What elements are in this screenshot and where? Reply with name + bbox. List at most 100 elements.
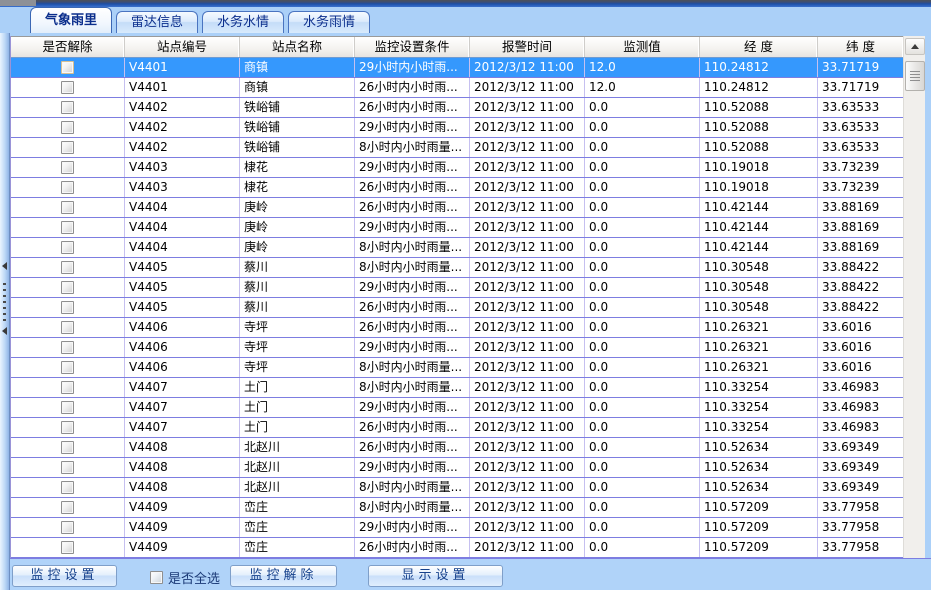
cell-station-id: V4402 bbox=[125, 138, 240, 157]
scroll-up-button[interactable] bbox=[905, 38, 925, 55]
tab-radar-info[interactable]: 雷达信息 bbox=[116, 11, 198, 33]
table-row[interactable]: V4405蔡川8小时内小时雨量...2012/3/12 11:000.0110.… bbox=[11, 258, 903, 278]
column-header[interactable]: 经 度 bbox=[700, 37, 818, 57]
row-release-checkbox[interactable] bbox=[61, 361, 74, 374]
row-release-checkbox[interactable] bbox=[61, 101, 74, 114]
table-row[interactable]: V4409峦庄29小时内小时雨...2012/3/12 11:000.0110.… bbox=[11, 518, 903, 538]
monitor-release-button[interactable]: 监控解除 bbox=[230, 565, 337, 587]
table-row[interactable]: V4409峦庄8小时内小时雨量...2012/3/12 11:000.0110.… bbox=[11, 498, 903, 518]
select-all-checkbox[interactable] bbox=[150, 571, 163, 584]
cell-monitor-condition: 8小时内小时雨量... bbox=[355, 238, 470, 257]
row-release-checkbox[interactable] bbox=[61, 421, 74, 434]
row-release-checkbox[interactable] bbox=[61, 241, 74, 254]
cell-alarm-time: 2012/3/12 11:00 bbox=[470, 438, 585, 457]
table-row[interactable]: V4404庚岭29小时内小时雨...2012/3/12 11:000.0110.… bbox=[11, 218, 903, 238]
cell-longitude: 110.52634 bbox=[700, 438, 818, 457]
table-row[interactable]: V4406寺坪29小时内小时雨...2012/3/12 11:000.0110.… bbox=[11, 338, 903, 358]
table-row[interactable]: V4407土门29小时内小时雨...2012/3/12 11:000.0110.… bbox=[11, 398, 903, 418]
column-header[interactable]: 纬 度 bbox=[818, 37, 904, 57]
cell-monitor-condition: 29小时内小时雨... bbox=[355, 278, 470, 297]
row-release-checkbox[interactable] bbox=[61, 401, 74, 414]
cell-monitor-condition: 26小时内小时雨... bbox=[355, 318, 470, 337]
display-set-button[interactable]: 显示设置 bbox=[368, 565, 503, 587]
column-header[interactable]: 站点编号 bbox=[125, 37, 240, 57]
cell-alarm-time: 2012/3/12 11:00 bbox=[470, 198, 585, 217]
row-release-checkbox[interactable] bbox=[61, 541, 74, 554]
cell-release-flag bbox=[11, 358, 125, 377]
row-release-checkbox[interactable] bbox=[61, 161, 74, 174]
table-row[interactable]: V4403棣花26小时内小时雨...2012/3/12 11:000.0110.… bbox=[11, 178, 903, 198]
table-row[interactable]: V4402铁峪铺26小时内小时雨...2012/3/12 11:000.0110… bbox=[11, 98, 903, 118]
table-row[interactable]: V4405蔡川29小时内小时雨...2012/3/12 11:000.0110.… bbox=[11, 278, 903, 298]
cell-station-name: 土门 bbox=[240, 398, 355, 417]
table-row[interactable]: V4403棣花29小时内小时雨...2012/3/12 11:000.0110.… bbox=[11, 158, 903, 178]
cell-monitor-condition: 26小时内小时雨... bbox=[355, 418, 470, 437]
table-row[interactable]: V4407土门8小时内小时雨量...2012/3/12 11:000.0110.… bbox=[11, 378, 903, 398]
table-row[interactable]: V4408北赵川29小时内小时雨...2012/3/12 11:000.0110… bbox=[11, 458, 903, 478]
cell-station-id: V4404 bbox=[125, 238, 240, 257]
cell-station-name: 铁峪铺 bbox=[240, 118, 355, 137]
table-row[interactable]: V4401商镇26小时内小时雨...2012/3/12 11:0012.0110… bbox=[11, 78, 903, 98]
cell-monitor-value: 0.0 bbox=[585, 418, 700, 437]
row-release-checkbox[interactable] bbox=[61, 181, 74, 194]
table-row[interactable]: V4405蔡川26小时内小时雨...2012/3/12 11:000.0110.… bbox=[11, 298, 903, 318]
cell-monitor-condition: 8小时内小时雨量... bbox=[355, 138, 470, 157]
row-release-checkbox[interactable] bbox=[61, 341, 74, 354]
cell-release-flag bbox=[11, 458, 125, 477]
row-release-checkbox[interactable] bbox=[61, 201, 74, 214]
arrow-up-icon bbox=[911, 44, 919, 49]
tab-water-rainfall[interactable]: 水务雨情 bbox=[288, 11, 370, 33]
column-header[interactable]: 报警时间 bbox=[470, 37, 585, 57]
table-row[interactable]: V4408北赵川26小时内小时雨...2012/3/12 11:000.0110… bbox=[11, 438, 903, 458]
row-release-checkbox[interactable] bbox=[61, 521, 74, 534]
scrollbar-thumb[interactable] bbox=[905, 61, 925, 91]
vertical-scrollbar[interactable] bbox=[903, 36, 925, 558]
row-release-checkbox[interactable] bbox=[61, 81, 74, 94]
column-header[interactable]: 监测值 bbox=[585, 37, 700, 57]
row-release-checkbox[interactable] bbox=[61, 321, 74, 334]
left-splitter[interactable] bbox=[0, 33, 10, 590]
cell-latitude: 33.73239 bbox=[818, 158, 903, 177]
table-row[interactable]: V4408北赵川8小时内小时雨量...2012/3/12 11:000.0110… bbox=[11, 478, 903, 498]
row-release-checkbox[interactable] bbox=[61, 61, 74, 74]
splitter-grip-dots-icon[interactable] bbox=[3, 283, 6, 321]
row-release-checkbox[interactable] bbox=[61, 441, 74, 454]
splitter-collapse-arrow-bottom-icon[interactable] bbox=[2, 327, 7, 335]
table-row[interactable]: V4402铁峪铺29小时内小时雨...2012/3/12 11:000.0110… bbox=[11, 118, 903, 138]
cell-station-id: V4408 bbox=[125, 458, 240, 477]
bottom-toolbar: 监控设置 是否全选 监控解除 显示设置 bbox=[10, 558, 931, 590]
row-release-checkbox[interactable] bbox=[61, 501, 74, 514]
row-release-checkbox[interactable] bbox=[61, 281, 74, 294]
tab-weather-rainfall[interactable]: 气象雨里 bbox=[30, 7, 112, 33]
table-row[interactable]: V4404庚岭8小时内小时雨量...2012/3/12 11:000.0110.… bbox=[11, 238, 903, 258]
row-release-checkbox[interactable] bbox=[61, 141, 74, 154]
column-header[interactable]: 监控设置条件 bbox=[355, 37, 470, 57]
splitter-collapse-arrow-top-icon[interactable] bbox=[2, 262, 7, 270]
row-release-checkbox[interactable] bbox=[61, 221, 74, 234]
row-release-checkbox[interactable] bbox=[61, 481, 74, 494]
cell-latitude: 33.71719 bbox=[818, 78, 903, 97]
row-release-checkbox[interactable] bbox=[61, 301, 74, 314]
cell-monitor-value: 0.0 bbox=[585, 278, 700, 297]
row-release-checkbox[interactable] bbox=[61, 461, 74, 474]
column-header[interactable]: 站点名称 bbox=[240, 37, 355, 57]
column-header[interactable]: 是否解除 bbox=[11, 37, 125, 57]
table-row[interactable]: V4406寺坪26小时内小时雨...2012/3/12 11:000.0110.… bbox=[11, 318, 903, 338]
cell-longitude: 110.24812 bbox=[700, 58, 818, 77]
table-row[interactable]: V4409峦庄26小时内小时雨...2012/3/12 11:000.0110.… bbox=[11, 538, 903, 558]
table-row[interactable]: V4401商镇29小时内小时雨...2012/3/12 11:0012.0110… bbox=[11, 58, 903, 78]
cell-alarm-time: 2012/3/12 11:00 bbox=[470, 378, 585, 397]
cell-monitor-value: 0.0 bbox=[585, 338, 700, 357]
cell-latitude: 33.69349 bbox=[818, 438, 903, 457]
monitor-set-button[interactable]: 监控设置 bbox=[12, 565, 117, 587]
row-release-checkbox[interactable] bbox=[61, 381, 74, 394]
table-row[interactable]: V4404庚岭26小时内小时雨...2012/3/12 11:000.0110.… bbox=[11, 198, 903, 218]
row-release-checkbox[interactable] bbox=[61, 261, 74, 274]
window-right-edge bbox=[925, 33, 931, 590]
row-release-checkbox[interactable] bbox=[61, 121, 74, 134]
table-row[interactable]: V4406寺坪8小时内小时雨量...2012/3/12 11:000.0110.… bbox=[11, 358, 903, 378]
cell-longitude: 110.52634 bbox=[700, 458, 818, 477]
tab-water-regime[interactable]: 水务水情 bbox=[202, 11, 284, 33]
table-row[interactable]: V4407土门26小时内小时雨...2012/3/12 11:000.0110.… bbox=[11, 418, 903, 438]
table-row[interactable]: V4402铁峪铺8小时内小时雨量...2012/3/12 11:000.0110… bbox=[11, 138, 903, 158]
